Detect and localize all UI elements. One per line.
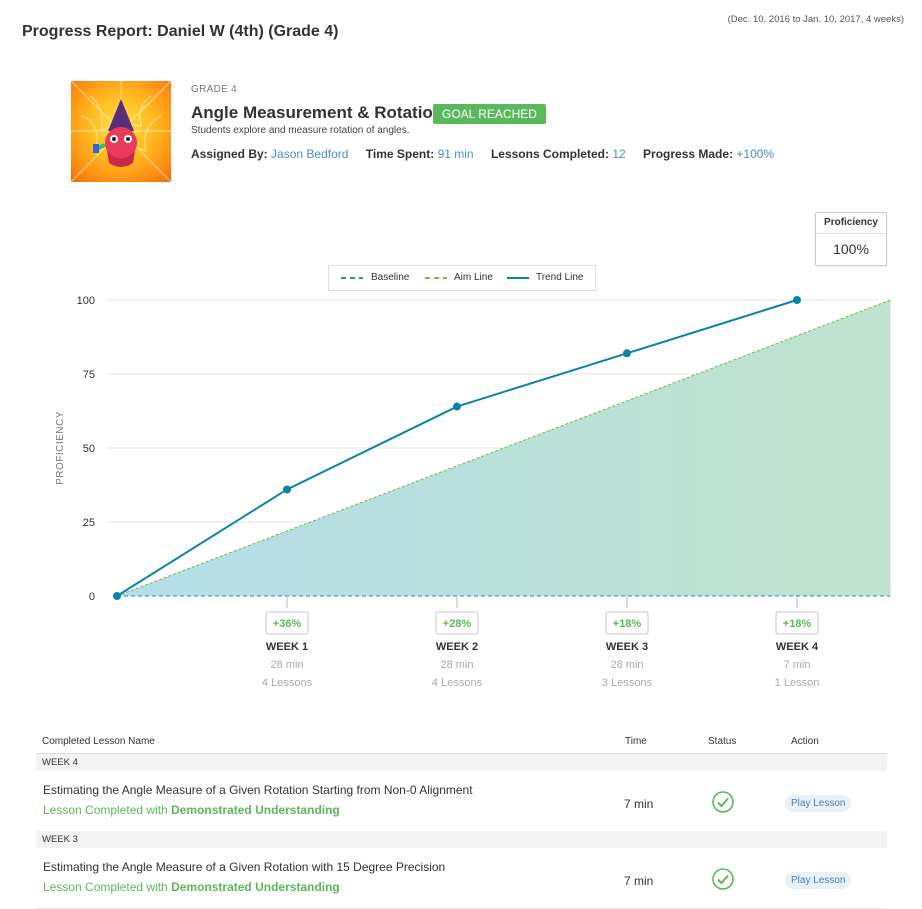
- status-prefix: Lesson Completed with: [43, 803, 172, 817]
- lesson-status-text: Lesson Completed with Demonstrated Under…: [43, 880, 340, 894]
- legend-aim-line[interactable]: Aim Line: [454, 266, 493, 290]
- course-thumbnail: [71, 81, 171, 182]
- course-meta: Assigned By: Jason Bedford Time Spent: 9…: [191, 147, 788, 161]
- course-description: Students explore and measure rotation of…: [191, 125, 410, 136]
- play-lesson-button[interactable]: Play Lesson: [785, 795, 852, 812]
- y-tick-label: 75: [83, 369, 95, 381]
- week-lessons: 3 Lessons: [602, 677, 653, 689]
- lesson-name: Estimating the Angle Measure of a Given …: [43, 860, 446, 874]
- week-gain: +18%: [783, 618, 812, 630]
- progress-made-label: Progress Made:: [643, 147, 734, 161]
- baseline-legend-swatch: [341, 277, 363, 279]
- status-prefix: Lesson Completed with: [43, 880, 172, 894]
- time-spent-value: 91 min: [437, 147, 474, 161]
- report-title: Progress Report: Daniel W (4th) (Grade 4…: [22, 23, 339, 40]
- lesson-status-text: Lesson Completed with Demonstrated Under…: [43, 803, 340, 817]
- date-range: (Dec. 10, 2016 to Jan. 10, 2017, 4 weeks…: [727, 14, 904, 25]
- check-circle-icon: [712, 868, 734, 890]
- proficiency-chart: 0 25 50 75 100 PROFICIENCY +36% WEEK 1 28 min 4 L…: [55, 295, 891, 689]
- week-time: 28 min: [270, 659, 303, 671]
- week-label: WEEK 1: [266, 641, 308, 653]
- proficiency-value: 100%: [833, 241, 869, 257]
- status-strong: Demonstrated Understanding: [171, 880, 340, 894]
- week-label: WEEK 2: [436, 641, 478, 653]
- y-tick-label: 50: [83, 443, 95, 455]
- proficiency-box: Proficiency 100%: [815, 212, 887, 266]
- week-time: 7 min: [784, 659, 811, 671]
- col-header-name: Completed Lesson Name: [42, 736, 155, 747]
- col-header-action: Action: [791, 736, 819, 747]
- week-gain: +36%: [273, 618, 302, 630]
- aimline-legend-swatch: [425, 277, 447, 279]
- grade-label: GRADE 4: [191, 84, 238, 95]
- lesson-time: 7 min: [624, 797, 654, 811]
- trendline-legend-swatch: [507, 277, 529, 279]
- table-row: Estimating the Angle Measure of a Given …: [36, 848, 887, 909]
- week-lessons: 1 Lesson: [775, 677, 820, 689]
- assigned-by-link[interactable]: Jason Bedford: [271, 147, 348, 161]
- legend-baseline[interactable]: Baseline: [371, 266, 409, 290]
- proficiency-label: Proficiency: [816, 213, 886, 234]
- week-group-header: WEEK 3: [36, 831, 887, 848]
- trend-point: [453, 402, 461, 411]
- week-label: WEEK 3: [606, 641, 648, 653]
- week-time: 28 min: [610, 659, 643, 671]
- time-spent-label: Time Spent:: [365, 147, 435, 161]
- week-gain: +18%: [613, 618, 642, 630]
- trend-point: [283, 485, 291, 494]
- week-group-label: WEEK 4: [42, 757, 78, 768]
- col-header-status: Status: [708, 736, 737, 747]
- col-header-time: Time: [625, 736, 647, 747]
- week-lessons: 4 Lessons: [262, 677, 313, 689]
- y-tick-label: 25: [83, 517, 95, 529]
- assigned-by-label: Assigned By:: [191, 147, 268, 161]
- week-label: WEEK 4: [776, 641, 819, 653]
- play-lesson-button[interactable]: Play Lesson: [785, 872, 852, 889]
- week-time: 28 min: [440, 659, 473, 671]
- lessons-completed-label: Lessons Completed:: [490, 147, 609, 161]
- trend-point: [113, 592, 121, 600]
- status-strong: Demonstrated Understanding: [171, 803, 340, 817]
- y-axis-label: PROFICIENCY: [55, 411, 66, 485]
- check-circle-icon: [712, 791, 734, 813]
- week-group-label: WEEK 3: [42, 834, 78, 845]
- course-title: Angle Measurement & Rotation: [191, 103, 444, 122]
- trend-point: [793, 296, 801, 304]
- week-gain: +28%: [443, 618, 472, 630]
- lessons-completed-value: 12: [612, 147, 626, 161]
- legend-trend-line[interactable]: Trend Line: [536, 266, 583, 290]
- table-row: Estimating the Angle Measure of a Given …: [36, 771, 887, 832]
- wizard-illustration: [71, 81, 171, 182]
- chart-legend: Baseline Aim Line Trend Line: [328, 265, 596, 291]
- y-tick-label: 100: [77, 295, 95, 307]
- lesson-name: Estimating the Angle Measure of a Given …: [43, 783, 473, 797]
- trend-point: [623, 349, 631, 358]
- y-tick-label: 0: [89, 591, 95, 603]
- goal-reached-badge: GOAL REACHED: [433, 104, 546, 124]
- week-lessons: 4 Lessons: [432, 677, 483, 689]
- lesson-time: 7 min: [624, 874, 654, 888]
- week-group-header: WEEK 4: [36, 754, 887, 771]
- progress-made-value: +100%: [736, 147, 775, 161]
